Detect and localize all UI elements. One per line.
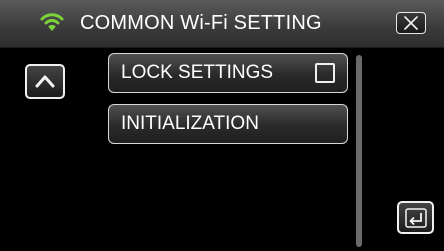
- camera-menu-screen: COMMON Wi-Fi SETTING LOCK SETTINGS INITI…: [0, 0, 444, 251]
- chevron-up-icon: [35, 75, 55, 88]
- menu-item-initialization[interactable]: INITIALIZATION: [108, 104, 348, 144]
- back-return-icon: [405, 208, 427, 228]
- menu-item-label: LOCK SETTINGS: [121, 62, 274, 83]
- close-button[interactable]: [396, 12, 426, 34]
- back-button[interactable]: [397, 201, 434, 234]
- wifi-icon: [40, 13, 64, 31]
- scroll-up-button[interactable]: [25, 64, 65, 99]
- menu-item-lock-settings[interactable]: LOCK SETTINGS: [108, 53, 348, 93]
- scrollbar[interactable]: [356, 55, 362, 247]
- page-title: COMMON Wi-Fi SETTING: [80, 12, 322, 34]
- lock-settings-checkbox[interactable]: [315, 63, 335, 83]
- close-icon: [404, 16, 418, 30]
- header-bar: COMMON Wi-Fi SETTING: [0, 0, 444, 48]
- menu-item-label: INITIALIZATION: [121, 113, 259, 134]
